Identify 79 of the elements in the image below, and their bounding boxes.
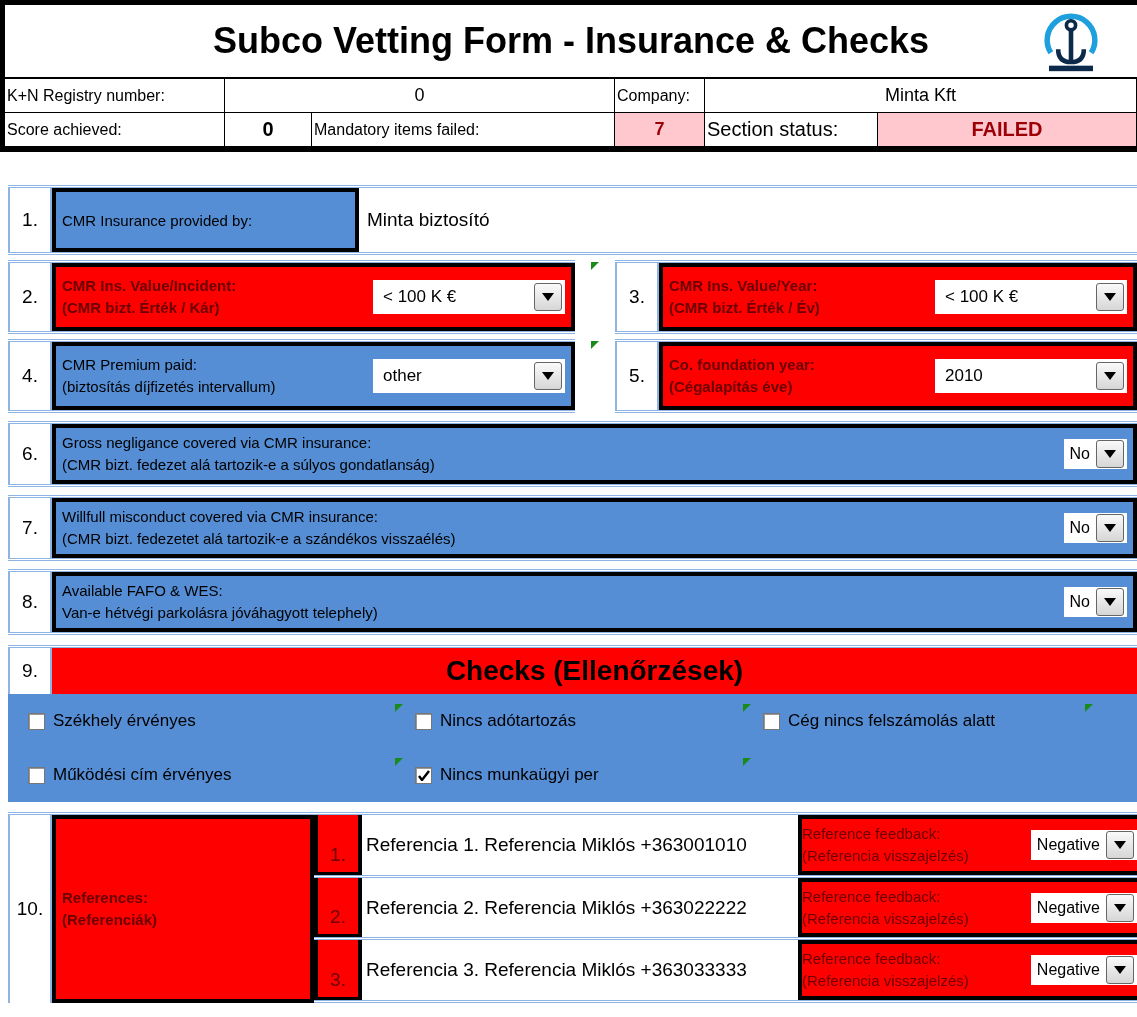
checkbox[interactable] xyxy=(28,766,45,784)
dropdown[interactable]: Negative xyxy=(1030,955,1137,986)
checkbox-label: Nincs munkaügyi per xyxy=(440,765,599,785)
checkbox-label: Nincs adótartozás xyxy=(440,711,577,731)
checkbox[interactable] xyxy=(763,712,780,730)
field-label: Reference feedback: (Referencia visszajelzés) xyxy=(802,824,970,866)
item-number: 9. xyxy=(8,648,52,694)
item-number: 7. xyxy=(8,498,52,558)
reference-number: 2. xyxy=(314,877,362,938)
dropdown-button[interactable] xyxy=(1096,362,1124,390)
field-label: Reference feedback: (Referencia visszajelzés) xyxy=(802,949,970,992)
field-label: Mandatory items failed: xyxy=(312,113,615,147)
checkmark-icon xyxy=(417,769,430,781)
item-number: 1. xyxy=(8,188,52,252)
caret-icon xyxy=(542,372,554,380)
dropdown-button[interactable] xyxy=(1096,440,1124,468)
caret-icon xyxy=(1114,840,1126,849)
dropdown-button[interactable] xyxy=(1106,956,1134,985)
field-value: 7 xyxy=(615,113,705,147)
field-label: CMR Insurance provided by: xyxy=(62,211,253,229)
dropdown[interactable]: < 100 K € xyxy=(935,280,1127,314)
field-label: Available FAFO & WES: Van-e hétvégi parkolásra jóváhagyott telephely) xyxy=(62,581,379,623)
dropdown[interactable]: Negative xyxy=(1030,829,1137,860)
field-label: CMR Ins. Value/Incident: (CMR bizt. Érték / Kár) xyxy=(62,276,238,318)
reference-text: Referencia 1. Referencia Miklós +363001010 xyxy=(365,832,748,857)
field-label: CMR Premium paid: (biztosítás díjfizetés intervallum) xyxy=(62,355,277,397)
item-number: 10. xyxy=(8,815,52,1003)
item-number: 5. xyxy=(615,342,659,410)
dropdown-button[interactable] xyxy=(534,283,562,311)
dropdown[interactable]: 2010 xyxy=(935,359,1127,393)
field-value: 0 xyxy=(225,113,312,147)
reference-text: Referencia 3. Referencia Miklós +363033333 xyxy=(365,958,748,983)
dropdown-button[interactable] xyxy=(1096,514,1124,542)
item-number: 3. xyxy=(615,263,659,331)
dropdown[interactable]: No xyxy=(1063,439,1127,469)
field-label: Score achieved: xyxy=(5,113,225,147)
checkbox[interactable] xyxy=(415,712,432,730)
dropdown-button[interactable] xyxy=(1096,283,1124,311)
reference-text: Referencia 2. Referencia Miklós +363022222 xyxy=(365,895,748,920)
field-label: References: (Referenciák) xyxy=(62,888,159,930)
checkbox[interactable] xyxy=(415,766,432,784)
dropdown-button[interactable] xyxy=(1106,893,1134,922)
caret-icon xyxy=(1104,450,1116,458)
field-label: K+N Registry number: xyxy=(5,79,225,113)
field-label: Willfull misconduct covered via CMR insurance: (CMR bizt. fedezetet alá tartozik-e a szándékos visszaélés) xyxy=(62,507,457,549)
checkbox-label: Működési cím érvényes xyxy=(53,765,232,785)
item-number: 4. xyxy=(8,342,52,410)
section-title: Checks (Ellenőrzések) xyxy=(52,648,1137,694)
dropdown-button[interactable] xyxy=(534,362,562,390)
dropdown-button[interactable] xyxy=(1096,588,1124,616)
field-label: Gross negligance covered via CMR insurance: (CMR bizt. fedezet alá tartozik-e a súlyos gondatlanság) xyxy=(62,433,436,475)
field-value: 0 xyxy=(225,79,615,113)
checkbox-label: Székhely érvényes xyxy=(53,711,196,731)
dropdown[interactable]: other xyxy=(373,359,565,393)
reference-number: 3. xyxy=(314,940,362,1000)
form-title: Subco Vetting Form - Insurance & Checks xyxy=(212,20,930,62)
caret-icon xyxy=(1114,903,1126,912)
dropdown[interactable]: Negative xyxy=(1030,892,1137,923)
field-value: Minta biztosító xyxy=(366,208,490,232)
dropdown[interactable]: No xyxy=(1063,587,1127,617)
item-number: 8. xyxy=(8,572,52,632)
checkbox-label: Cég nincs felszámolás alatt xyxy=(788,711,995,731)
field-label: Co. foundation year: (Cégalapítás éve) xyxy=(669,355,816,397)
dropdown-button[interactable] xyxy=(1106,830,1134,859)
caret-icon xyxy=(1104,598,1116,606)
caret-icon xyxy=(1114,966,1126,975)
caret-icon xyxy=(1104,293,1116,301)
dropdown[interactable]: < 100 K € xyxy=(373,280,565,314)
dropdown[interactable]: No xyxy=(1063,513,1127,543)
caret-icon xyxy=(1104,372,1116,380)
checkbox[interactable] xyxy=(28,712,45,730)
field-label: CMR Ins. Value/Year: (CMR bizt. Érték / Év) xyxy=(669,276,821,318)
caret-icon xyxy=(542,293,554,301)
item-number: 6. xyxy=(8,424,52,484)
caret-icon xyxy=(1104,524,1116,532)
status-value: FAILED xyxy=(878,113,1137,147)
reference-number: 1. xyxy=(314,815,362,875)
item-number: 2. xyxy=(8,263,52,331)
field-label: Reference feedback: (Referencia visszajelzés) xyxy=(802,886,970,929)
